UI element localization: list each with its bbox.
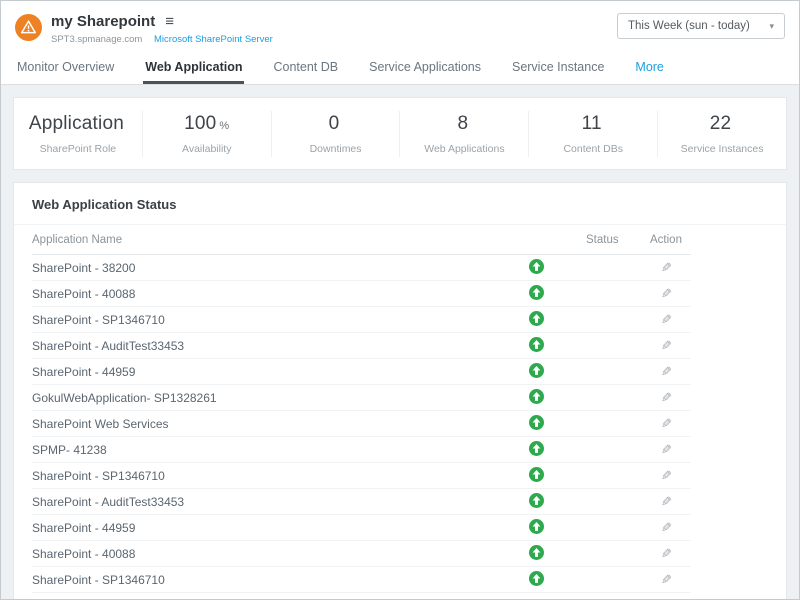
stat-suffix: %: [219, 120, 229, 132]
edit-icon[interactable]: ✎: [661, 338, 672, 354]
status-up-icon: [529, 415, 544, 430]
table-row: SharePoint Web Services ✎: [32, 411, 691, 437]
edit-icon[interactable]: ✎: [661, 442, 672, 458]
edit-icon[interactable]: ✎: [661, 390, 672, 406]
application-name: SharePoint - 40088: [32, 287, 486, 301]
application-name: SharePoint - 44959: [32, 521, 486, 535]
edit-icon[interactable]: ✎: [661, 572, 672, 588]
application-name: SharePoint - 44959: [32, 365, 486, 379]
application-name: SPMP- 41238: [32, 443, 486, 457]
stat-value: 11: [582, 113, 602, 134]
status-up-icon: [529, 493, 544, 508]
status-up-icon: [529, 363, 544, 378]
stat-label: SharePoint Role: [18, 143, 138, 155]
status-up-icon: [529, 285, 544, 300]
stat-value: 8: [458, 113, 469, 134]
tab-content-db[interactable]: Content DB: [271, 51, 340, 84]
application-name: SharePoint - SP1346710: [32, 313, 486, 327]
edit-icon[interactable]: ✎: [661, 494, 672, 510]
time-range-value: This Week (sun - today): [628, 20, 750, 32]
stat-web-applications: 8 Web Applications: [400, 111, 529, 157]
tab-service-instance[interactable]: Service Instance: [510, 51, 606, 84]
page-title: my Sharepoint: [51, 13, 155, 30]
table-row: SharePoint - 38200 ✎: [32, 255, 691, 281]
edit-icon[interactable]: ✎: [661, 260, 672, 276]
application-name: SharePoint Web Services: [32, 417, 486, 431]
card-title: Web Application Status: [14, 183, 786, 225]
edit-icon[interactable]: ✎: [661, 546, 672, 562]
status-up-icon: [529, 467, 544, 482]
table-row: SPMP- 41238 ✎: [32, 437, 691, 463]
stat-sharepoint-role: Application SharePoint Role: [14, 111, 143, 157]
stat-service-instances: 22 Service Instances: [658, 111, 786, 157]
stat-downtimes: 0 Downtimes: [272, 111, 401, 157]
status-up-icon: [529, 519, 544, 534]
edit-icon[interactable]: ✎: [661, 286, 672, 302]
tab-service-applications[interactable]: Service Applications: [367, 51, 483, 84]
table-row: SharePoint - SP1346710 ✎: [32, 307, 691, 333]
title-block: my Sharepoint ≡ SPT3.spmanage.com Micros…: [51, 13, 273, 45]
column-header-application-name: Application Name: [32, 234, 486, 246]
table-header-row: Application Name Status Action: [32, 225, 691, 255]
host-name: SPT3.spmanage.com: [51, 34, 142, 45]
web-application-table: Application Name Status Action SharePoin…: [14, 225, 786, 599]
application-name: SharePoint - AuditTest33453: [32, 339, 486, 353]
menu-icon[interactable]: ≡: [165, 14, 174, 29]
warning-status-icon: [15, 14, 42, 41]
tab-monitor-overview[interactable]: Monitor Overview: [15, 51, 116, 84]
table-row: SharePoint - 44959 ✎: [32, 515, 691, 541]
edit-icon[interactable]: ✎: [661, 520, 672, 536]
status-up-icon: [529, 311, 544, 326]
edit-icon[interactable]: ✎: [661, 468, 672, 484]
table-row: SharePoint - SP1346710 ✎: [32, 567, 691, 593]
column-header-action: Action: [641, 234, 691, 246]
table-row: SharePoint - AuditTest33453 ✎: [32, 489, 691, 515]
stat-value: 100: [184, 113, 216, 134]
stats-card: Application SharePoint Role 100% Availab…: [13, 97, 787, 170]
stat-label: Availability: [147, 143, 267, 155]
stat-value: 0: [329, 113, 340, 134]
status-up-icon: [529, 259, 544, 274]
status-up-icon: [529, 545, 544, 560]
table-row: SharePoint - 40088 ✎: [32, 281, 691, 307]
stat-label: Web Applications: [404, 143, 524, 155]
column-header-status: Status: [586, 234, 641, 246]
table-row: SharePoint - 40088 ✎: [32, 541, 691, 567]
stat-availability: 100% Availability: [143, 111, 272, 157]
stat-content-dbs: 11 Content DBs: [529, 111, 658, 157]
stat-label: Content DBs: [533, 143, 653, 155]
edit-icon[interactable]: ✎: [661, 416, 672, 432]
web-application-status-card: Web Application Status Application Name …: [13, 182, 787, 600]
status-up-icon: [529, 441, 544, 456]
monitor-identity: my Sharepoint ≡ SPT3.spmanage.com Micros…: [15, 13, 273, 45]
status-up-icon: [529, 389, 544, 404]
stat-label: Downtimes: [276, 143, 396, 155]
chevron-down-icon: ▾: [769, 21, 774, 32]
stat-value: 22: [710, 113, 732, 134]
time-range-select[interactable]: This Week (sun - today) ▾: [617, 13, 785, 39]
tab-web-application[interactable]: Web Application: [143, 51, 244, 84]
table-body: SharePoint - 38200 ✎ SharePoint - 40088: [32, 255, 691, 593]
table-row: SharePoint - AuditTest33453 ✎: [32, 333, 691, 359]
application-name: SharePoint - SP1346710: [32, 573, 486, 587]
app-window: my Sharepoint ≡ SPT3.spmanage.com Micros…: [0, 0, 800, 600]
stat-label: Service Instances: [662, 143, 782, 155]
stat-value: Application: [29, 113, 124, 134]
application-name: SharePoint - 38200: [32, 261, 486, 275]
header: my Sharepoint ≡ SPT3.spmanage.com Micros…: [1, 1, 799, 49]
table-row: SharePoint - 44959 ✎: [32, 359, 691, 385]
table-row: GokulWebApplication- SP1328261 ✎: [32, 385, 691, 411]
application-name: SharePoint - SP1346710: [32, 469, 486, 483]
edit-icon[interactable]: ✎: [661, 364, 672, 380]
application-name: GokulWebApplication- SP1328261: [32, 391, 486, 405]
application-name: SharePoint - 40088: [32, 547, 486, 561]
server-type-link[interactable]: Microsoft SharePoint Server: [154, 34, 273, 45]
status-up-icon: [529, 337, 544, 352]
tab-bar: Monitor Overview Web Application Content D…: [1, 49, 799, 85]
edit-icon[interactable]: ✎: [661, 312, 672, 328]
status-up-icon: [529, 571, 544, 586]
application-name: SharePoint - AuditTest33453: [32, 495, 486, 509]
tab-more[interactable]: More: [633, 51, 665, 84]
table-row: SharePoint - SP1346710 ✎: [32, 463, 691, 489]
